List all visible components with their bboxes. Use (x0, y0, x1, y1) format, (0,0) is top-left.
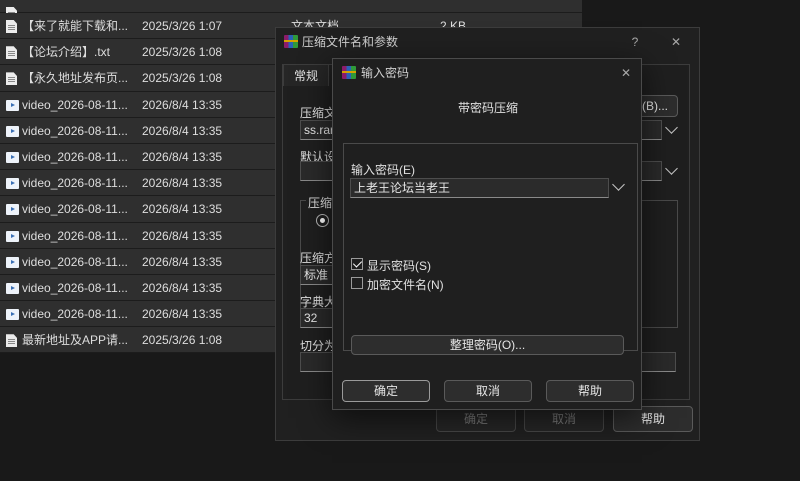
doc-icon (6, 72, 17, 86)
file-row[interactable] (0, 0, 582, 20)
file-name: 【来了就能下载和... (22, 19, 129, 33)
help-icon[interactable]: ? (628, 28, 642, 56)
file-name: video_2026-08-11... (22, 254, 128, 269)
help-button[interactable]: 帮助 (546, 380, 634, 402)
close-icon[interactable]: ✕ (668, 28, 684, 56)
encrypt-filenames-label[interactable]: 加密文件名(N) (367, 276, 444, 293)
password-label: 输入密码(E) (351, 163, 415, 177)
password-dialog-title: 输入密码 (361, 66, 410, 80)
file-name: 【永久地址发布页... (22, 71, 129, 86)
close-icon[interactable]: ✕ (617, 59, 635, 87)
file-date: 2026/8/4 13:35 (142, 280, 223, 295)
file-date: 2026/8/4 13:35 (142, 97, 223, 112)
video-icon (6, 230, 19, 242)
video-icon (6, 178, 19, 190)
file-name: 最新地址及APP请... (22, 333, 129, 348)
video-icon (6, 282, 19, 294)
encrypt-filenames-checkbox[interactable] (351, 277, 363, 289)
enter-password-dialog: 输入密码 ✕ 带密码压缩 输入密码(E) 上老王论坛当老王 显示密码(S) 加密… (332, 58, 642, 410)
method-label: 压缩方 (300, 251, 337, 265)
file-name: video_2026-08-11... (22, 280, 128, 295)
file-date: 2026/8/4 13:35 (142, 123, 223, 138)
file-name: video_2026-08-11... (22, 307, 128, 322)
file-name: video_2026-08-11... (22, 97, 128, 112)
video-icon (6, 256, 19, 268)
file-date: 2026/8/4 13:35 (142, 228, 223, 243)
show-password-checkbox[interactable] (351, 258, 363, 270)
file-name: video_2026-08-11... (22, 202, 128, 217)
file-name: video_2026-08-11... (22, 228, 128, 243)
file-name: video_2026-08-11... (22, 176, 128, 191)
archive-name-label: 压缩文 (300, 106, 337, 120)
doc-icon (6, 46, 17, 60)
file-date: 2026/8/4 13:35 (142, 202, 223, 217)
winrar-icon (342, 66, 356, 79)
file-date: 2026/8/4 13:35 (142, 307, 223, 322)
file-name: 【论坛介绍】.txt (22, 45, 111, 60)
archive-dialog-title: 压缩文件名和参数 (302, 35, 399, 49)
ok-button[interactable]: 确定 (342, 380, 430, 402)
format-group-label: 压缩 (306, 194, 335, 211)
file-date: 2025/3/26 1:08 (142, 333, 223, 348)
video-icon (6, 151, 19, 163)
cancel-button[interactable]: 取消 (444, 380, 532, 402)
password-dialog-heading: 带密码压缩 (457, 101, 518, 115)
tab-general[interactable]: 常规 (283, 64, 329, 86)
file-date: 2025/3/26 1:08 (142, 45, 223, 60)
archive-dialog-titlebar[interactable]: 压缩文件名和参数 ? ✕ (276, 28, 699, 56)
file-date: 2026/8/4 13:35 (142, 149, 223, 164)
file-date: 2026/8/4 13:35 (142, 254, 223, 269)
video-icon (6, 125, 19, 137)
file-name: video_2026-08-11... (22, 149, 128, 164)
password-input[interactable]: 上老王论坛当老王 (350, 178, 609, 198)
video-icon (6, 204, 19, 216)
doc-icon (6, 334, 17, 348)
organize-passwords-button[interactable]: 整理密码(O)... (351, 335, 624, 355)
password-dialog-titlebar[interactable]: 输入密码 ✕ (333, 59, 641, 87)
video-icon (6, 309, 19, 321)
file-date: 2025/3/26 1:08 (142, 71, 223, 86)
format-radio[interactable] (316, 214, 329, 227)
file-name: video_2026-08-11... (22, 123, 128, 138)
winrar-icon (284, 35, 298, 48)
doc-icon (6, 20, 17, 33)
file-date: 2025/3/26 1:07 (142, 19, 223, 33)
video-icon (6, 99, 19, 111)
file-date: 2026/8/4 13:35 (142, 176, 223, 191)
show-password-label[interactable]: 显示密码(S) (367, 257, 431, 274)
